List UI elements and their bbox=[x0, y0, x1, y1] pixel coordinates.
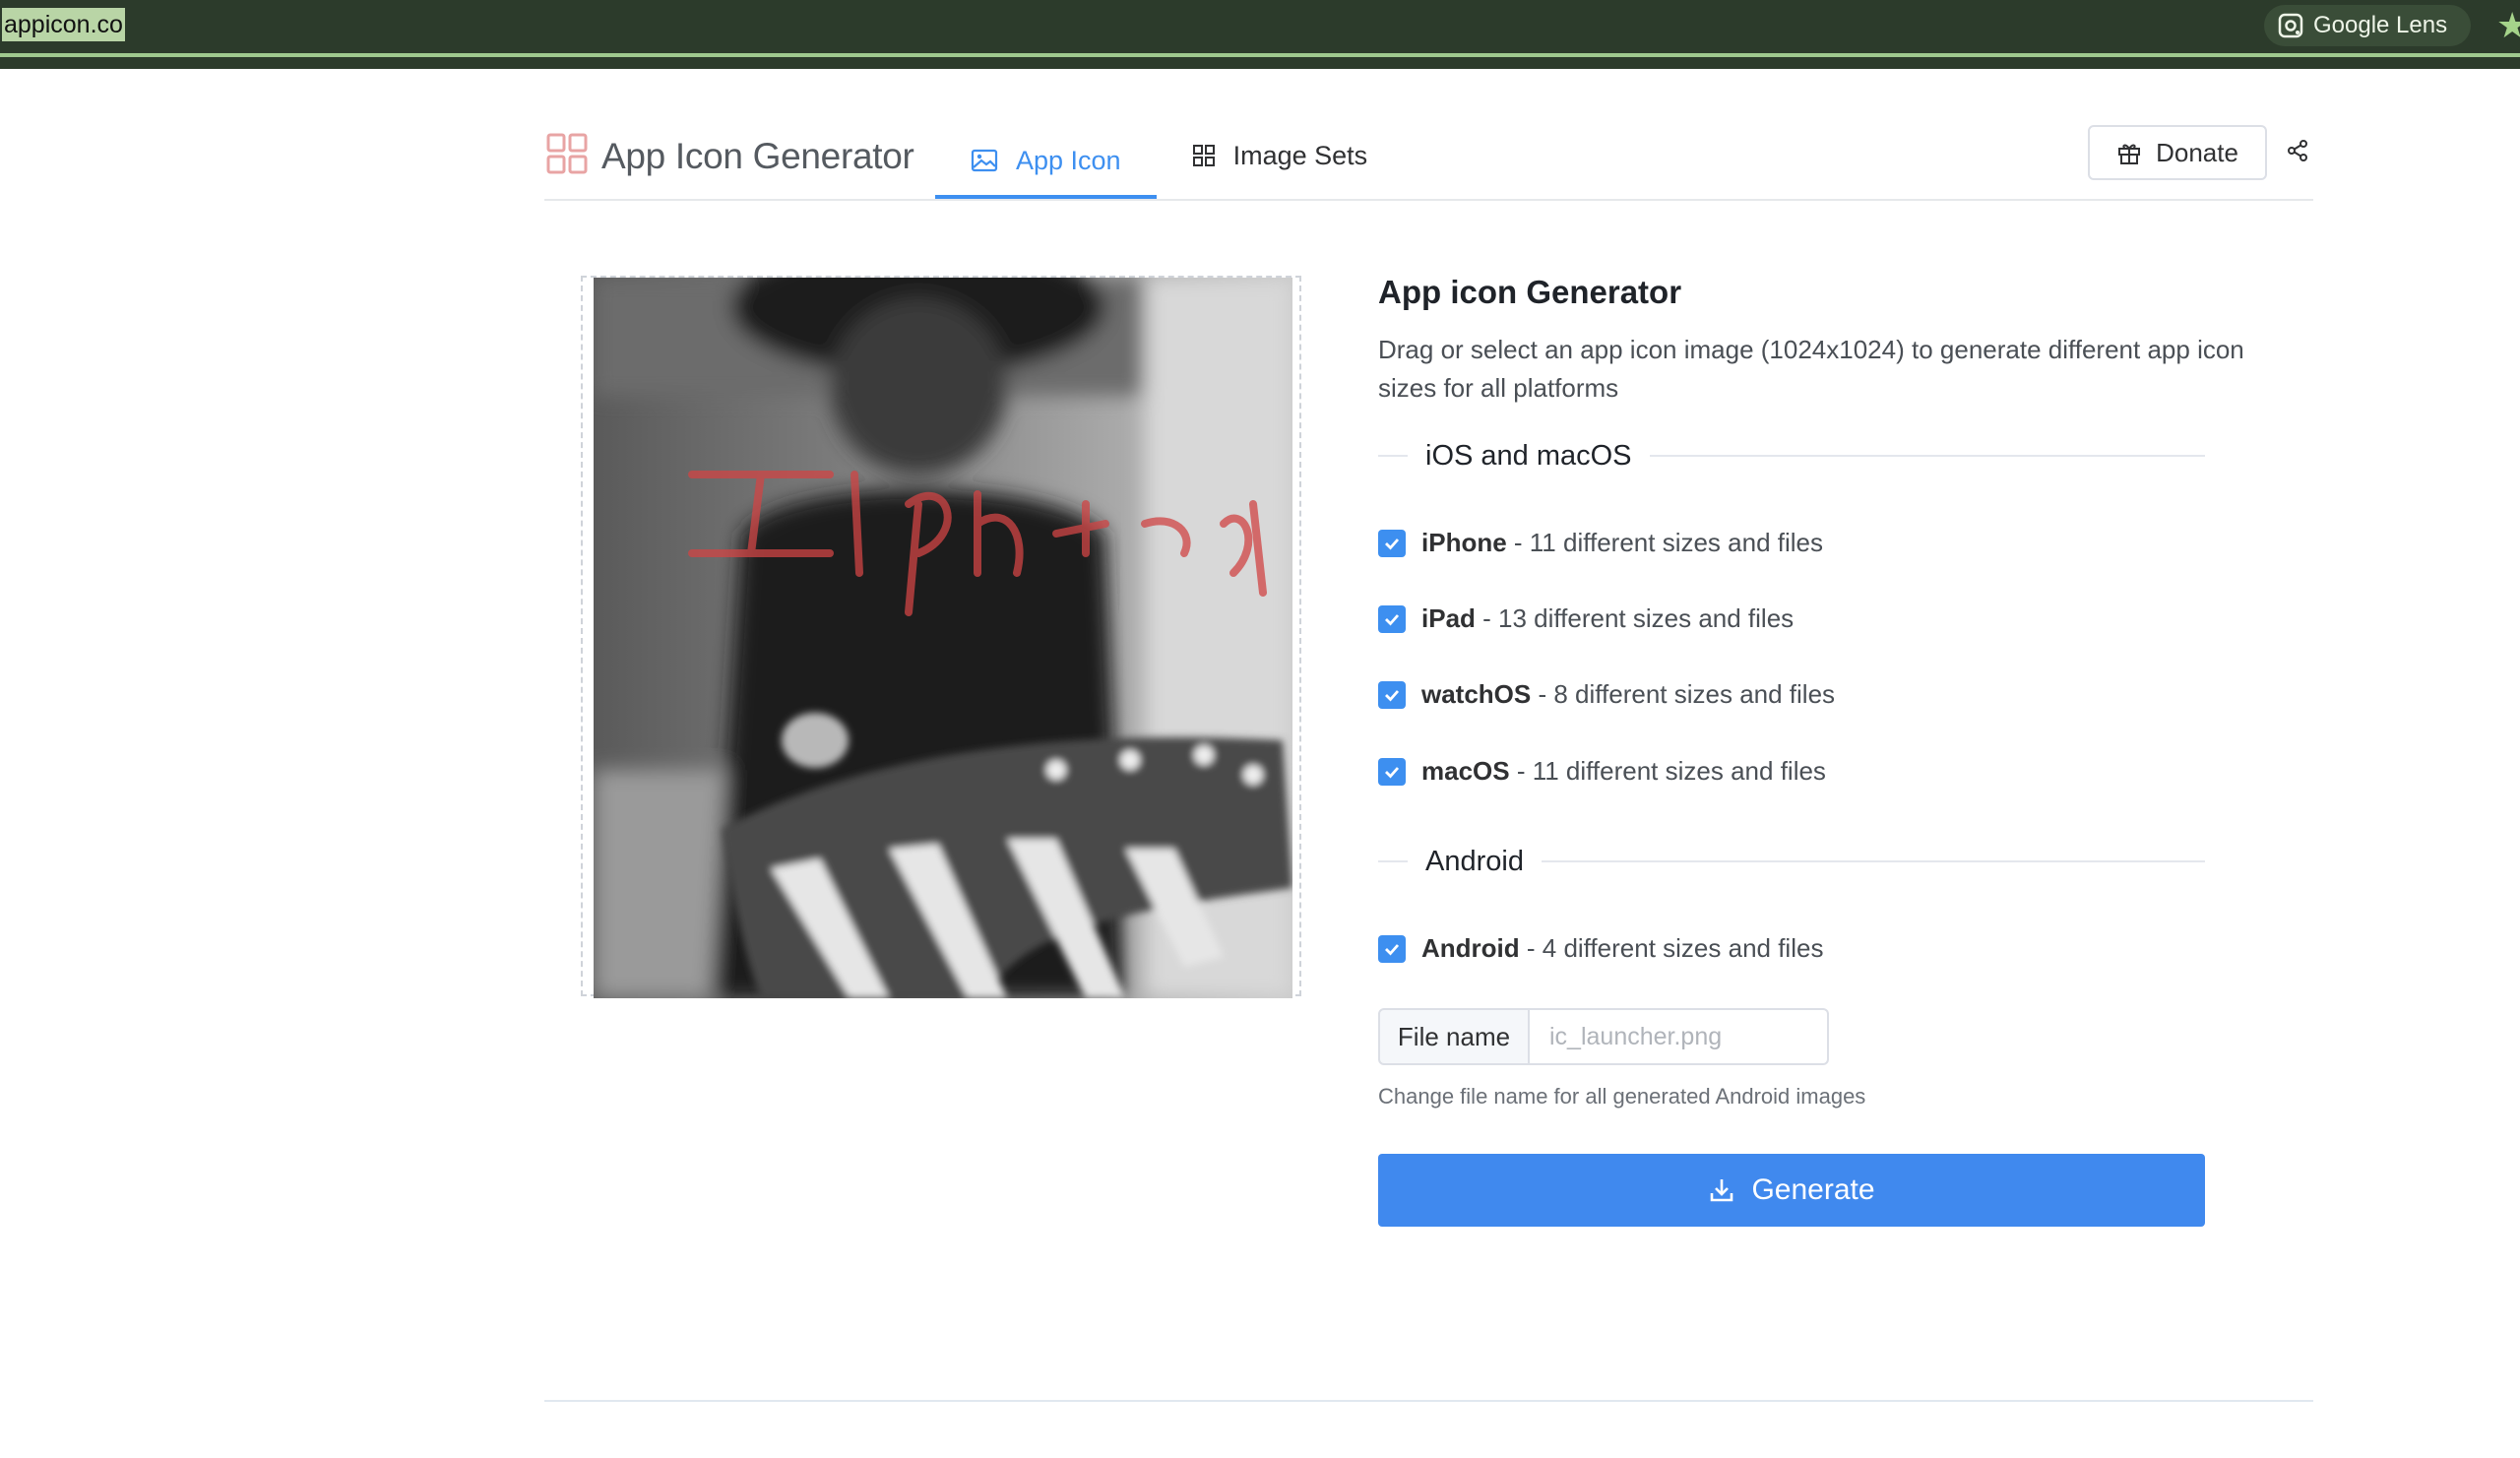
checkbox-watchos[interactable] bbox=[1378, 680, 1406, 709]
share-icon bbox=[2286, 139, 2309, 167]
option-ipad[interactable]: iPad - 13 different sizes and files bbox=[1378, 603, 1794, 634]
header-divider bbox=[544, 199, 2313, 201]
file-name-input[interactable] bbox=[1530, 1008, 1829, 1065]
checkbox-iphone[interactable] bbox=[1378, 529, 1406, 557]
page-description: Drag or select an app icon image (1024x1… bbox=[1378, 335, 2244, 403]
file-name-group: File name bbox=[1378, 1008, 1829, 1065]
option-name: iPhone bbox=[1421, 528, 1507, 557]
section-ios-macos: iOS and macOS bbox=[1378, 434, 2205, 477]
tab-bar: App Icon Image Sets bbox=[935, 126, 1403, 199]
option-detail: - 13 different sizes and files bbox=[1475, 603, 1795, 633]
toolbar-divider bbox=[0, 53, 2520, 57]
section-divider bbox=[1378, 860, 1408, 862]
share-button[interactable] bbox=[2286, 139, 2309, 167]
section-title: iOS and macOS bbox=[1425, 439, 1632, 472]
page-title: App icon Generator bbox=[1378, 274, 1682, 310]
option-macos[interactable]: macOS - 11 different sizes and files bbox=[1378, 756, 1826, 787]
brand[interactable]: App Icon Generator bbox=[546, 133, 914, 179]
option-detail: - 11 different sizes and files bbox=[1506, 528, 1823, 557]
option-android[interactable]: Android - 4 different sizes and files bbox=[1378, 933, 1823, 964]
download-icon bbox=[1708, 1176, 1735, 1204]
option-name: macOS bbox=[1421, 756, 1510, 786]
footer-divider bbox=[544, 1400, 2313, 1402]
star-icon[interactable]: ★ bbox=[2496, 6, 2520, 45]
image-icon bbox=[971, 149, 998, 172]
camera-lens-icon bbox=[2278, 13, 2303, 38]
section-android: Android bbox=[1378, 840, 2205, 883]
option-detail: - 4 different sizes and files bbox=[1519, 933, 1824, 963]
checkbox-macos[interactable] bbox=[1378, 757, 1406, 786]
section-divider bbox=[1541, 860, 2205, 862]
option-detail: - 11 different sizes and files bbox=[1509, 756, 1826, 786]
section-divider bbox=[1378, 455, 1408, 457]
option-iphone[interactable]: iPhone - 11 different sizes and files bbox=[1378, 528, 1823, 558]
tab-image-sets-label: Image Sets bbox=[1232, 140, 1368, 170]
grid-logo-icon bbox=[546, 133, 588, 179]
generate-button[interactable]: Generate bbox=[1378, 1154, 2205, 1227]
checkbox-android[interactable] bbox=[1378, 934, 1406, 963]
check-icon bbox=[1385, 766, 1400, 779]
option-watchos[interactable]: watchOS - 8 different sizes and files bbox=[1378, 679, 1835, 710]
uploaded-icon-preview bbox=[594, 278, 1292, 998]
section-divider bbox=[1649, 455, 2205, 457]
url-bar[interactable]: appicon.co bbox=[2, 8, 125, 41]
tab-app-icon-label: App Icon bbox=[1016, 145, 1121, 175]
donate-button[interactable]: Donate bbox=[2088, 125, 2267, 180]
check-icon bbox=[1385, 613, 1400, 626]
option-name: watchOS bbox=[1421, 679, 1532, 709]
section-title: Android bbox=[1425, 845, 1524, 877]
check-icon bbox=[1385, 538, 1400, 550]
browser-toolbar: appicon.co Google Lens ★ bbox=[0, 0, 2520, 69]
brand-title: App Icon Generator bbox=[601, 135, 914, 176]
checkbox-ipad[interactable] bbox=[1378, 604, 1406, 633]
google-lens-button[interactable]: Google Lens bbox=[2264, 5, 2471, 46]
grid-icon bbox=[1192, 144, 1216, 167]
option-detail: - 8 different sizes and files bbox=[1531, 679, 1836, 709]
option-name: iPad bbox=[1421, 603, 1476, 633]
image-dropzone[interactable] bbox=[581, 276, 1301, 998]
check-icon bbox=[1385, 689, 1400, 702]
donate-label: Donate bbox=[2156, 137, 2238, 167]
check-icon bbox=[1385, 943, 1400, 956]
file-name-label: File name bbox=[1378, 1008, 1530, 1065]
option-name: Android bbox=[1421, 933, 1520, 963]
tab-image-sets[interactable]: Image Sets bbox=[1157, 126, 1404, 185]
google-lens-label: Google Lens bbox=[2313, 12, 2448, 38]
generate-label: Generate bbox=[1751, 1173, 1875, 1206]
file-name-hint: Change file name for all generated Andro… bbox=[1378, 1084, 1866, 1109]
tab-app-icon[interactable]: App Icon bbox=[935, 126, 1157, 199]
gift-icon bbox=[2116, 140, 2142, 165]
